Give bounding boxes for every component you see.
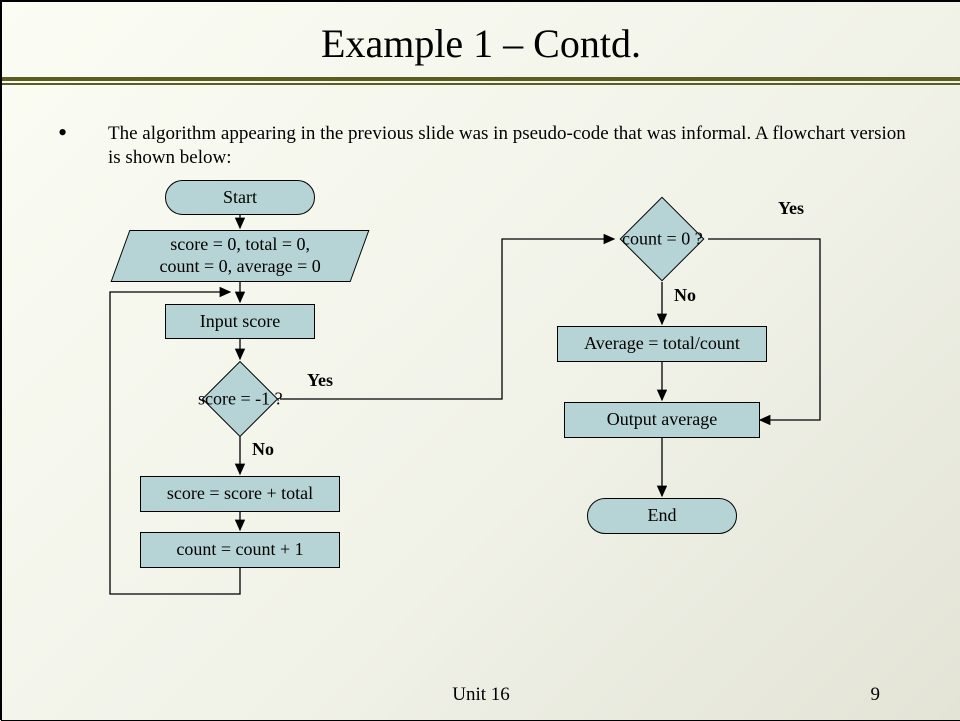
flow-increment: count = count + 1	[140, 532, 340, 568]
flow-init-line2: count = 0, average = 0	[121, 256, 359, 278]
label-no-right: No	[674, 285, 696, 306]
slide-title: Example 1 – Contd.	[2, 2, 960, 77]
flow-input-label: Input score	[200, 311, 280, 333]
flow-decision-score: score = -1 ?	[202, 361, 278, 437]
flow-start: Start	[165, 180, 315, 215]
flow-init-line1: score = 0, total = 0,	[121, 234, 359, 256]
flow-accumulate: score = score + total	[140, 476, 340, 512]
flow-average: Average = total/count	[557, 326, 767, 362]
flow-average-label: Average = total/count	[584, 333, 740, 355]
label-no-left: No	[252, 439, 274, 460]
flow-decision-count: count = 0 ?	[620, 197, 705, 282]
flow-end-label: End	[648, 505, 677, 527]
intro-text: The algorithm appearing in the previous …	[108, 122, 908, 170]
footer-unit: Unit 16	[2, 684, 960, 706]
flow-input-score: Input score	[165, 304, 315, 339]
flow-increment-label: count = count + 1	[176, 539, 303, 561]
flow-output-label: Output average	[607, 409, 717, 431]
bullet-icon: •	[58, 120, 67, 146]
page-number: 9	[871, 684, 881, 706]
flow-accumulate-label: score = score + total	[167, 483, 313, 505]
label-yes-left: Yes	[307, 370, 333, 391]
flow-end: End	[587, 498, 737, 534]
label-yes-right: Yes	[778, 198, 804, 219]
flow-output: Output average	[564, 402, 760, 438]
title-rule	[2, 77, 960, 85]
flow-connectors	[2, 2, 960, 721]
flow-init: score = 0, total = 0, count = 0, average…	[111, 230, 370, 282]
flow-decision-count-label: count = 0 ?	[622, 228, 703, 250]
flow-start-label: Start	[223, 187, 257, 209]
flow-decision-score-label: score = -1 ?	[198, 388, 283, 410]
